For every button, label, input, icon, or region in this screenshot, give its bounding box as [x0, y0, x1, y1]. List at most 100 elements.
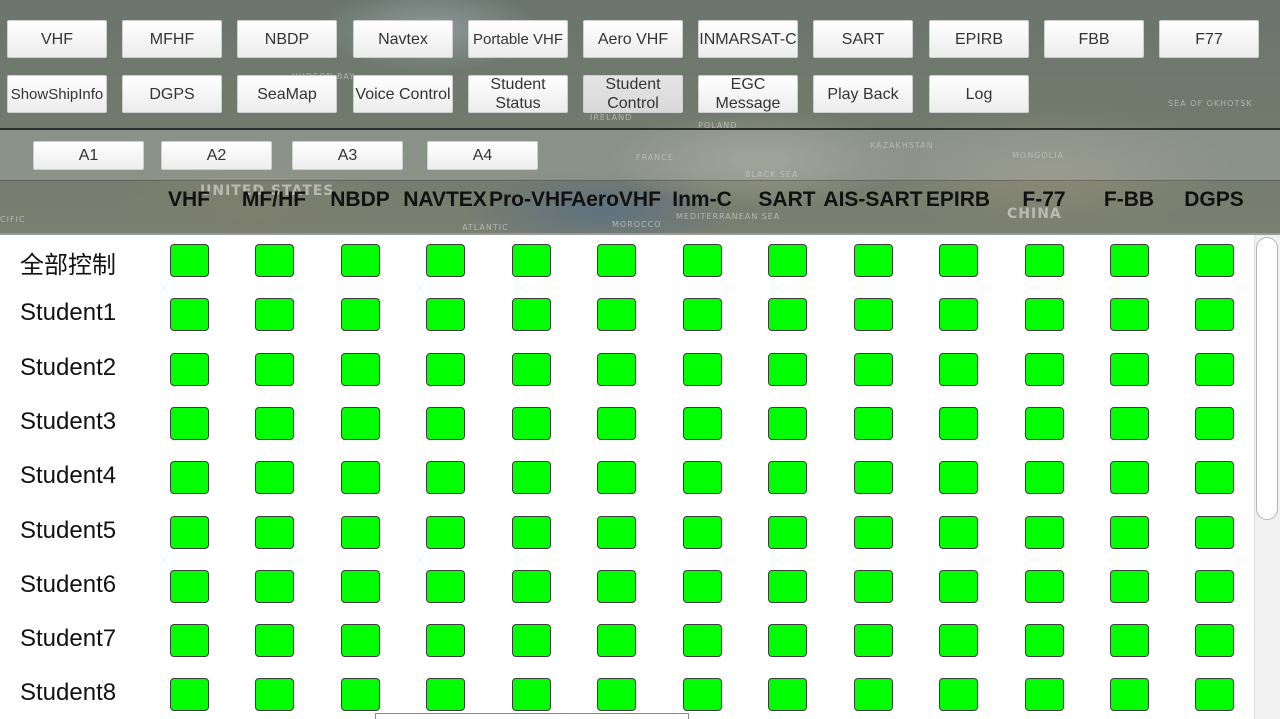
toggle-student3-sart[interactable]	[768, 407, 807, 440]
toggle-student2-epirb[interactable]	[939, 353, 978, 386]
toggle-student1-inm-c[interactable]	[683, 298, 722, 331]
toggle-student5-nbdp[interactable]	[341, 516, 380, 549]
toggle-student7-ais-sart[interactable]	[854, 624, 893, 657]
area-tab-a3[interactable]: A3	[292, 141, 403, 170]
play-back-button[interactable]: Play Back	[813, 75, 913, 113]
toggle-student6-sart[interactable]	[768, 570, 807, 603]
toggle-student8-dgps[interactable]	[1195, 678, 1234, 711]
toggle-student3-mf-hf[interactable]	[255, 407, 294, 440]
log-button[interactable]: Log	[929, 75, 1029, 113]
toggle-student4-aerovhf[interactable]	[597, 461, 636, 494]
toggle-student5-f-77[interactable]	[1025, 516, 1064, 549]
toggle-student1-dgps[interactable]	[1195, 298, 1234, 331]
toggle-all-pro-vhf[interactable]	[512, 244, 551, 277]
toggle-student2-inm-c[interactable]	[683, 353, 722, 386]
toggle-all-aerovhf[interactable]	[597, 244, 636, 277]
toggle-student8-navtex[interactable]	[426, 678, 465, 711]
toggle-student6-ais-sart[interactable]	[854, 570, 893, 603]
toggle-student7-f-77[interactable]	[1025, 624, 1064, 657]
toggle-student7-vhf[interactable]	[170, 624, 209, 657]
toggle-all-f-77[interactable]	[1025, 244, 1064, 277]
toggle-student3-inm-c[interactable]	[683, 407, 722, 440]
toggle-all-mf-hf[interactable]	[255, 244, 294, 277]
toggle-student3-pro-vhf[interactable]	[512, 407, 551, 440]
toggle-student8-pro-vhf[interactable]	[512, 678, 551, 711]
area-tab-a1[interactable]: A1	[33, 141, 144, 170]
toggle-student8-sart[interactable]	[768, 678, 807, 711]
toggle-all-navtex[interactable]	[426, 244, 465, 277]
toggle-student4-pro-vhf[interactable]	[512, 461, 551, 494]
toggle-student6-dgps[interactable]	[1195, 570, 1234, 603]
toggle-student2-nbdp[interactable]	[341, 353, 380, 386]
toggle-all-vhf[interactable]	[170, 244, 209, 277]
toggle-student2-vhf[interactable]	[170, 353, 209, 386]
toggle-student4-ais-sart[interactable]	[854, 461, 893, 494]
toggle-student3-f-bb[interactable]	[1110, 407, 1149, 440]
toggle-student5-sart[interactable]	[768, 516, 807, 549]
toggle-student6-f-bb[interactable]	[1110, 570, 1149, 603]
f77-button[interactable]: F77	[1159, 20, 1259, 58]
toggle-student2-mf-hf[interactable]	[255, 353, 294, 386]
toggle-student1-f-77[interactable]	[1025, 298, 1064, 331]
toggle-student1-f-bb[interactable]	[1110, 298, 1149, 331]
toggle-student1-navtex[interactable]	[426, 298, 465, 331]
toggle-student8-aerovhf[interactable]	[597, 678, 636, 711]
toggle-student2-ais-sart[interactable]	[854, 353, 893, 386]
toggle-student7-sart[interactable]	[768, 624, 807, 657]
toggle-student7-aerovhf[interactable]	[597, 624, 636, 657]
toggle-student7-mf-hf[interactable]	[255, 624, 294, 657]
toggle-student8-nbdp[interactable]	[341, 678, 380, 711]
egc-message-button[interactable]: EGC Message	[698, 75, 798, 113]
toggle-student1-sart[interactable]	[768, 298, 807, 331]
voice-control-button[interactable]: Voice Control	[353, 75, 453, 113]
toggle-student5-aerovhf[interactable]	[597, 516, 636, 549]
toggle-student5-pro-vhf[interactable]	[512, 516, 551, 549]
toggle-student5-f-bb[interactable]	[1110, 516, 1149, 549]
toggle-student7-dgps[interactable]	[1195, 624, 1234, 657]
toggle-student7-f-bb[interactable]	[1110, 624, 1149, 657]
toggle-student7-inm-c[interactable]	[683, 624, 722, 657]
toggle-student3-navtex[interactable]	[426, 407, 465, 440]
toggle-student4-nbdp[interactable]	[341, 461, 380, 494]
toggle-student2-aerovhf[interactable]	[597, 353, 636, 386]
toggle-student4-vhf[interactable]	[170, 461, 209, 494]
nbdp-button[interactable]: NBDP	[237, 20, 337, 58]
vhf-button[interactable]: VHF	[7, 20, 107, 58]
toggle-student7-epirb[interactable]	[939, 624, 978, 657]
toggle-all-f-bb[interactable]	[1110, 244, 1149, 277]
toggle-student4-epirb[interactable]	[939, 461, 978, 494]
toggle-student6-inm-c[interactable]	[683, 570, 722, 603]
student-control-button[interactable]: Student Control	[583, 75, 683, 113]
toggle-student1-ais-sart[interactable]	[854, 298, 893, 331]
toggle-student6-navtex[interactable]	[426, 570, 465, 603]
toggle-student2-f-77[interactable]	[1025, 353, 1064, 386]
toggle-student4-sart[interactable]	[768, 461, 807, 494]
toggle-student4-dgps[interactable]	[1195, 461, 1234, 494]
toggle-student6-epirb[interactable]	[939, 570, 978, 603]
toggle-all-ais-sart[interactable]	[854, 244, 893, 277]
toggle-student3-epirb[interactable]	[939, 407, 978, 440]
toggle-student2-pro-vhf[interactable]	[512, 353, 551, 386]
toggle-student6-pro-vhf[interactable]	[512, 570, 551, 603]
toggle-student6-mf-hf[interactable]	[255, 570, 294, 603]
sart-button[interactable]: SART	[813, 20, 913, 58]
toggle-student4-mf-hf[interactable]	[255, 461, 294, 494]
toggle-student8-f-77[interactable]	[1025, 678, 1064, 711]
toggle-student5-epirb[interactable]	[939, 516, 978, 549]
toggle-all-sart[interactable]	[768, 244, 807, 277]
toggle-student8-f-bb[interactable]	[1110, 678, 1149, 711]
scrollbar-thumb[interactable]	[1256, 237, 1278, 520]
aero-vhf-button[interactable]: Aero VHF	[583, 20, 683, 58]
student-status-button[interactable]: Student Status	[468, 75, 568, 113]
toggle-student6-aerovhf[interactable]	[597, 570, 636, 603]
toggle-student1-nbdp[interactable]	[341, 298, 380, 331]
toggle-student6-nbdp[interactable]	[341, 570, 380, 603]
toggle-student7-pro-vhf[interactable]	[512, 624, 551, 657]
toggle-all-nbdp[interactable]	[341, 244, 380, 277]
area-tab-a4[interactable]: A4	[427, 141, 538, 170]
toggle-student6-f-77[interactable]	[1025, 570, 1064, 603]
toggle-all-dgps[interactable]	[1195, 244, 1234, 277]
toggle-student5-mf-hf[interactable]	[255, 516, 294, 549]
seamap-button[interactable]: SeaMap	[237, 75, 337, 113]
toggle-student3-nbdp[interactable]	[341, 407, 380, 440]
